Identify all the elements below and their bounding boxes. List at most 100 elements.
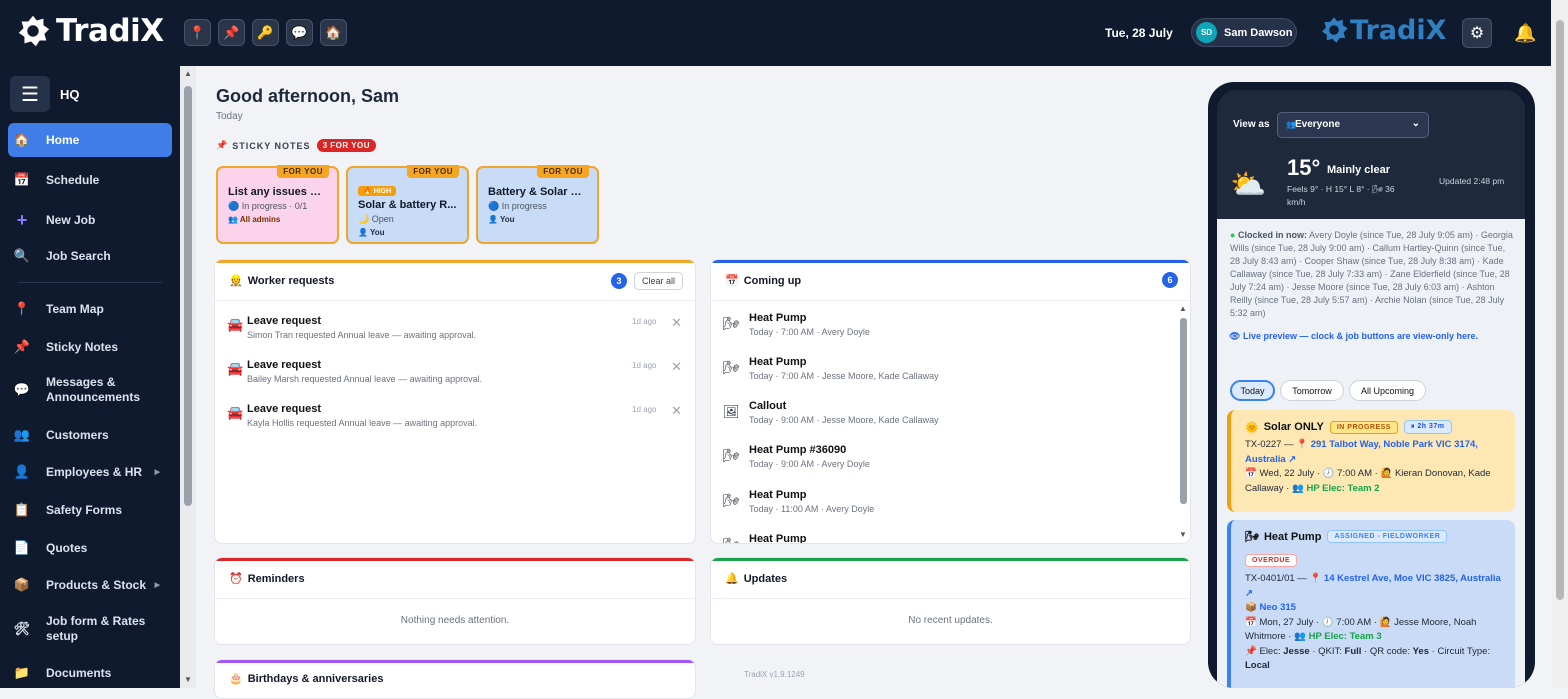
sidebar: ☰ HQ 🏠 Home 📅 Schedule + New Job 🔍 Job Searc… [0,66,180,688]
sticky-note[interactable]: FOR YOU List any issues or ... 🔵 In prog… [216,165,339,244]
list-scrollbar[interactable]: ▲ ▼ [1177,304,1189,542]
for-you-tag: FOR YOU [537,165,589,178]
sidebar-item-employees[interactable]: 👤 Employees & HR ▶ [8,464,172,480]
settings-gear-icon[interactable]: ⚙ [1462,18,1492,48]
job-product: 📦 Neo 315 [1245,602,1296,613]
card-title: 📅 Coming up [725,274,802,288]
user-menu[interactable]: SD Sam Dawson [1191,18,1297,47]
count-badge: 3 [611,273,627,289]
chat-icon[interactable]: 💬 [286,19,313,46]
clock-icon: 🕖 [1321,616,1334,628]
people-icon: 👥 [13,427,31,442]
pushpin-icon[interactable]: 📌 [218,19,245,46]
scroll-down-icon[interactable]: ▼ [1179,530,1187,539]
sidebar-item-new-job[interactable]: + New Job [8,210,172,231]
scroll-up-icon[interactable]: ▲ [184,69,192,78]
card-title: 👷 Worker requests [229,274,335,288]
quick-actions: 📍 📌 🔑 💬 🏠 [184,19,347,46]
car-icon: 🚘 [227,405,244,420]
people-icon: 👥 [1292,482,1304,494]
chevron-right-icon: ▶ [154,582,160,589]
pin-icon[interactable]: 📍 [184,19,211,46]
timer-badge: ⏸ 2h 37m [1403,420,1452,434]
key-icon[interactable]: 🔑 [252,19,279,46]
sidebar-item-job-form[interactable]: 🛠 Job form & Rates setup [8,614,172,644]
bell-icon[interactable]: 🔔 [1514,23,1536,44]
app-logo[interactable]: TradiX [14,12,164,50]
sidebar-item-documents[interactable]: 📁 Documents [8,665,172,681]
sidebar-item-customers[interactable]: 👥 Customers [8,427,172,443]
phone-header: View as 👥 Everyone ⌄ ⛅ 15° Mainly clear … [1217,90,1525,230]
sticky-count-badge: 3 FOR YOU [316,139,377,152]
sidebar-item-team-map[interactable]: 📍 Team Map [8,301,172,317]
current-date: Tue, 28 July [1105,26,1173,40]
sidebar-item-quotes[interactable]: 📄 Quotes [8,540,172,556]
pushpin-icon: 📌 [1245,645,1257,657]
phone-preview: View as 👥 Everyone ⌄ ⛅ 15° Mainly clear … [1208,82,1535,688]
scroll-up-icon[interactable]: ▲ [1179,304,1187,313]
note-title: List any issues or ... [228,186,327,198]
for-you-tag: FOR YOU [407,165,459,178]
sidebar-item-products[interactable]: 📦 Products & Stock ▶ [8,577,172,593]
view-as-select[interactable]: 👥 Everyone ⌄ [1277,112,1429,138]
close-icon[interactable]: ✕ [671,359,682,375]
clear-all-button[interactable]: Clear all [634,272,684,290]
preview-notice: 👁 Live preview — clock & job buttons are… [1229,331,1479,341]
progress-dot-icon: 🔵 [488,201,500,211]
pin-icon: 📍 [1309,573,1322,584]
scrollbar-thumb[interactable] [184,86,192,506]
home-icon: 🏠 [13,132,31,147]
priority-badge: 🔥 HIGH [358,186,397,196]
phone-body: ● Clocked in now: Avery Doyle (since Tue… [1217,219,1525,688]
worker-icon: 🙋 [1380,468,1393,479]
weather-updated: Updated 2:48 pm [1439,176,1505,186]
note-title: Battery & Solar C... [488,186,587,198]
people-icon: 👥 [228,215,238,224]
fan-icon: 🌬 [723,493,740,508]
scrollbar-thumb[interactable] [1556,20,1564,600]
people-icon: 👥 [1286,120,1296,129]
sidebar-item-job-search[interactable]: 🔍 Job Search [8,248,172,264]
sidebar-item-home[interactable]: 🏠 Home [8,123,172,157]
close-icon[interactable]: ✕ [671,403,682,419]
scroll-down-icon[interactable]: ▼ [184,675,192,684]
status-badge: IN PROGRESS [1329,420,1398,434]
sidebar-item-safety-forms[interactable]: 📋 Safety Forms [8,502,172,518]
sticky-note[interactable]: FOR YOU 🔥 HIGH Solar & battery R... 🌙 Op… [346,165,469,244]
weather-condition: Mainly clear [1327,164,1390,176]
app-version: TradiX v1.9.1249 [744,670,805,679]
sidebar-item-messages[interactable]: 💬 Messages & Announcements [8,375,172,405]
weather-temp: 15° [1287,155,1321,180]
eye-icon: 👁 [1229,331,1241,341]
folder-icon: 📁 [13,665,31,680]
document-icon: 📄 [13,540,31,555]
page-scrollbar[interactable] [1551,0,1568,688]
overdue-badge: OVERDUE [1245,554,1298,567]
sidebar-item-schedule[interactable]: 📅 Schedule [8,172,172,188]
count-badge: 6 [1162,272,1178,288]
fan-icon: 🌬 [723,448,740,463]
pin-icon: 📍 [1296,439,1309,450]
chevron-right-icon: ▶ [154,469,160,476]
job-title: 🌬 Heat Pump ASSIGNED - FIELDWORKER [1245,530,1507,543]
image-icon: 🖼 [723,404,740,419]
sidebar-item-sticky-notes[interactable]: 📌 Sticky Notes [8,339,172,355]
menu-icon[interactable]: ☰ [10,76,50,112]
close-icon[interactable]: ✕ [671,315,682,331]
tab-today[interactable]: Today [1230,380,1275,401]
job-card[interactable]: 🌬 Heat Pump ASSIGNED - FIELDWORKER OVERD… [1227,520,1515,688]
partly-sunny-icon: ⛅ [1230,169,1267,201]
cake-icon: 🎂 [229,673,243,685]
home-icon[interactable]: 🏠 [320,19,347,46]
fan-icon: 🌬 [723,316,740,331]
tab-all-upcoming[interactable]: All Upcoming [1349,380,1426,401]
tab-tomorrow[interactable]: Tomorrow [1280,380,1344,401]
job-title: 🌞 Solar ONLY IN PROGRESS ⏸ 2h 37m [1245,420,1507,434]
avatar: SD [1196,22,1217,43]
job-card[interactable]: 🌞 Solar ONLY IN PROGRESS ⏸ 2h 37m TX-022… [1227,410,1515,512]
scrollbar-thumb[interactable] [1180,318,1187,504]
sidebar-scrollbar[interactable]: ▲ ▼ [180,66,196,688]
sticky-note[interactable]: FOR YOU Battery & Solar C... 🔵 In progre… [476,165,599,244]
page-title: Good afternoon, Sam [216,86,400,106]
job-address: TX-0401/01 — 📍 14 Kestrel Ave, Moe VIC 3… [1245,573,1501,599]
